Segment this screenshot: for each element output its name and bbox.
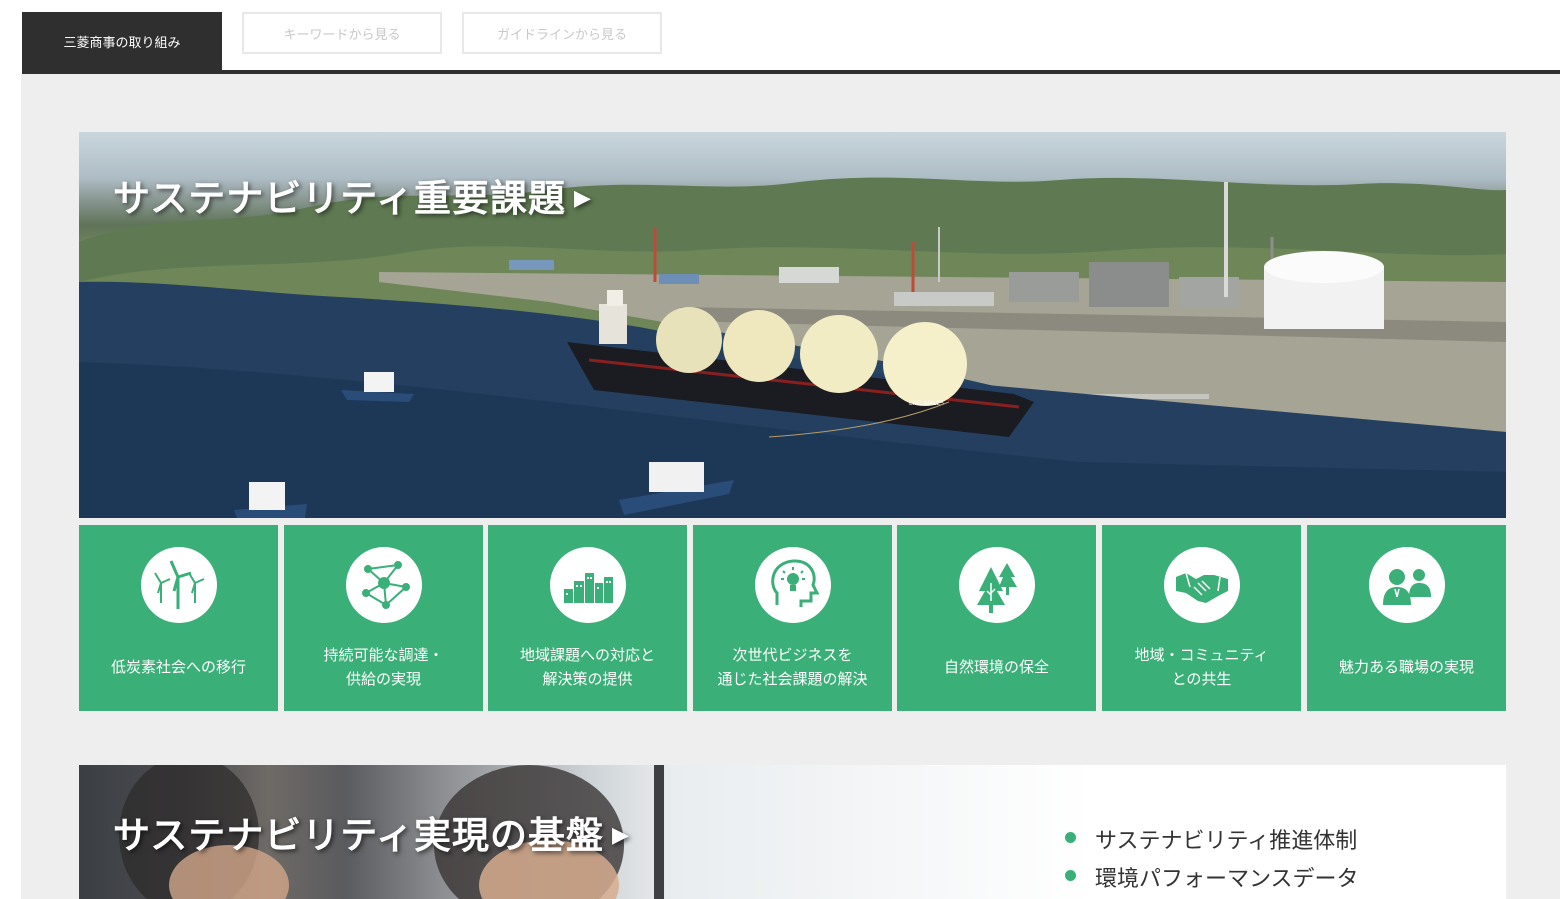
tile-label: 次世代ビジネスを 通じた社会課題の解決 [717,646,868,688]
foundation-title[interactable]: サステナビリティ実現の基盤 ▶ [113,805,630,859]
tab-mitsubishi-initiatives[interactable]: 三菱商事の取り組み [22,12,222,71]
link-text: サステナビリティ推進体制 [1095,829,1358,854]
trees-icon [958,547,1035,623]
handshake-icon [1163,547,1240,623]
wind-turbine-icon [140,547,217,623]
tile-low-carbon-transition[interactable]: 低炭素社会への移行 [79,525,278,711]
play-arrow-icon: ▶ [612,823,630,848]
link-text: 環境パフォーマンスデータ [1095,867,1359,892]
tile-label: 地域課題への対応と 解決策の提供 [519,646,655,688]
tile-sustainable-procurement[interactable]: 持続可能な調達・ 供給の実現 [284,525,483,711]
lightbulb-head-icon [754,547,831,623]
bullet-dot-icon [1065,832,1076,843]
bullet-dot-icon [1065,870,1076,881]
hero-title[interactable]: サステナビリティ重要課題 ▶ [113,168,592,222]
hero-banner-materiality[interactable]: LNG WALES サステナビリティ重要課題 ▶ [79,132,1506,518]
foundation-section: サステナビリティ実現の基盤 ▶ サステナビリティ推進体制 環境パフォーマンスデータ [79,765,1506,899]
tile-attractive-workplace[interactable]: 魅力ある職場の実現 [1307,525,1506,711]
hero-title-text: サステナビリティ重要課題 [113,177,567,220]
foundation-link-list: サステナビリティ推進体制 環境パフォーマンスデータ [1065,823,1359,899]
tile-label: 地域・コミュニティ との共生 [1134,646,1269,688]
tab-by-keyword[interactable]: キーワードから見る [242,12,442,54]
tile-community-coexistence[interactable]: 地域・コミュニティ との共生 [1102,525,1301,711]
tile-label: 魅力ある職場の実現 [1338,658,1474,676]
play-arrow-icon: ▶ [574,186,592,211]
people-icon [1368,547,1445,623]
tile-label: 低炭素社会への移行 [110,658,246,676]
network-icon [345,547,422,623]
tile-nature-conservation[interactable]: 自然環境の保全 [897,525,1096,711]
foundation-photo-fade [671,765,1091,899]
tab-by-guideline[interactable]: ガイドラインから見る [462,12,662,54]
tile-label: 持続可能な調達・ 供給の実現 [323,646,444,688]
tile-label: 自然環境の保全 [943,658,1049,676]
tile-regional-solutions[interactable]: 地域課題への対応と 解決策の提供 [488,525,687,711]
city-buildings-icon [549,547,626,623]
link-environmental-data[interactable]: 環境パフォーマンスデータ [1065,861,1359,899]
tile-next-gen-business[interactable]: 次世代ビジネスを 通じた社会課題の解決 [693,525,892,711]
foundation-title-text: サステナビリティ実現の基盤 [113,814,605,857]
link-sustainability-structure[interactable]: サステナビリティ推進体制 [1065,823,1359,861]
tab-bar: 三菱商事の取り組み キーワードから見る ガイドラインから見る [0,0,1560,74]
